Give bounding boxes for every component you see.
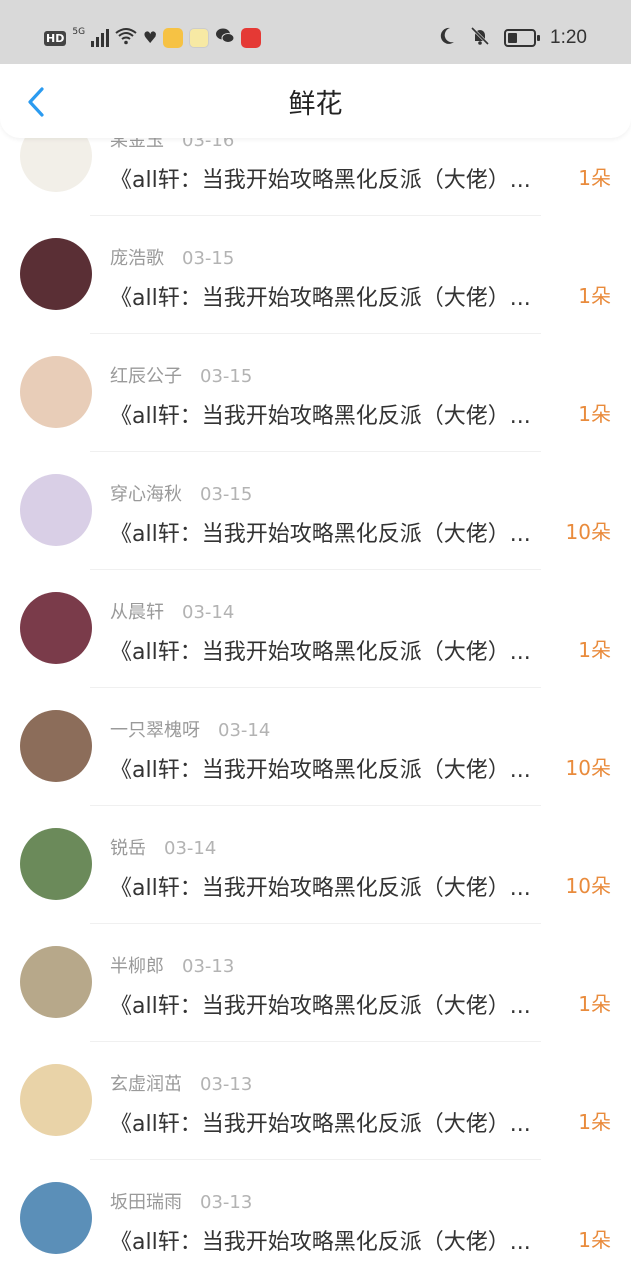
user-name[interactable]: 锐岳	[110, 838, 146, 859]
chat-bubble-icon	[189, 28, 210, 48]
flower-count: 1朵	[578, 166, 611, 190]
status-left: HD 5G ♥	[44, 26, 262, 50]
list-item[interactable]: 穿心海秋 03-15 《all轩：当我开始攻略黑化反派（大佬）... 10朵	[0, 452, 631, 570]
book-title[interactable]: 《all轩：当我开始攻略黑化反派（大佬）...	[110, 516, 560, 548]
hd-badge: HD	[44, 30, 67, 46]
list-item[interactable]: 半柳郎 03-13 《all轩：当我开始攻略黑化反派（大佬）... 1朵	[0, 924, 631, 1042]
avatar[interactable]	[20, 946, 92, 1018]
flower-count: 1朵	[578, 284, 611, 308]
flower-count: 10朵	[565, 520, 611, 544]
avatar[interactable]	[20, 828, 92, 900]
flower-count: 1朵	[578, 992, 611, 1016]
avatar[interactable]	[20, 592, 92, 664]
flower-count: 1朵	[578, 402, 611, 426]
date: 03-13	[182, 956, 235, 977]
status-bar: HD 5G ♥ 1:20	[0, 0, 631, 64]
signal-icon	[91, 29, 110, 47]
avatar[interactable]	[20, 474, 92, 546]
user-name[interactable]: 红辰公子	[110, 366, 182, 387]
network-label: 5G	[72, 27, 86, 37]
date: 03-15	[200, 484, 253, 505]
book-title[interactable]: 《all轩：当我开始攻略黑化反派（大佬）...	[110, 162, 560, 194]
moon-icon	[438, 26, 456, 50]
list-item[interactable]: 庞浩歌 03-15 《all轩：当我开始攻略黑化反派（大佬）... 1朵	[0, 216, 631, 334]
avatar[interactable]	[20, 356, 92, 428]
user-name[interactable]: 一只翠槐呀	[110, 720, 200, 741]
battery-icon	[504, 29, 541, 47]
book-title[interactable]: 《all轩：当我开始攻略黑化反派（大佬）...	[110, 280, 560, 312]
date: 03-15	[200, 366, 253, 387]
date: 03-15	[182, 248, 235, 269]
list-item[interactable]: 玄虚润茁 03-13 《all轩：当我开始攻略黑化反派（大佬）... 1朵	[0, 1042, 631, 1160]
list-item[interactable]: 从晨轩 03-14 《all轩：当我开始攻略黑化反派（大佬）... 1朵	[0, 570, 631, 688]
user-name[interactable]: 庞浩歌	[110, 248, 164, 269]
heart-icon: ♥	[143, 28, 158, 47]
list-item[interactable]: 锐岳 03-14 《all轩：当我开始攻略黑化反派（大佬）... 10朵	[0, 806, 631, 924]
flower-count: 10朵	[565, 874, 611, 898]
status-right: 1:20	[438, 24, 587, 52]
date: 03-13	[200, 1074, 253, 1095]
book-title[interactable]: 《all轩：当我开始攻略黑化反派（大佬）...	[110, 1106, 560, 1138]
book-title[interactable]: 《all轩：当我开始攻略黑化反派（大佬）...	[110, 988, 560, 1020]
user-name[interactable]: 穿心海秋	[110, 484, 182, 505]
date: 03-14	[218, 720, 271, 741]
avatar[interactable]	[20, 710, 92, 782]
flower-count: 10朵	[565, 756, 611, 780]
app-header: 鲜花	[0, 60, 631, 138]
book-title[interactable]: 《all轩：当我开始攻略黑化反派（大佬）...	[110, 634, 560, 666]
page-title: 鲜花	[288, 89, 343, 120]
date: 03-14	[164, 838, 217, 859]
flower-count: 1朵	[578, 1110, 611, 1134]
user-name[interactable]: 半柳郎	[110, 956, 164, 977]
book-title[interactable]: 《all轩：当我开始攻略黑化反派（大佬）...	[110, 1224, 560, 1256]
flower-count: 1朵	[578, 638, 611, 662]
avatar[interactable]	[20, 1182, 92, 1254]
flower-gift-list: 某金玉 03-16 《all轩：当我开始攻略黑化反派（大佬）... 1朵 庞浩歌 0…	[0, 98, 631, 1278]
user-name[interactable]: 玄虚润茁	[110, 1074, 182, 1095]
avatar[interactable]	[20, 1064, 92, 1136]
mute-bell-icon	[470, 26, 490, 50]
weibo-icon	[163, 28, 184, 48]
wifi-icon	[115, 27, 137, 50]
list-item[interactable]: 一只翠槐呀 03-14 《all轩：当我开始攻略黑化反派（大佬）... 10朵	[0, 688, 631, 806]
book-title[interactable]: 《all轩：当我开始攻略黑化反派（大佬）...	[110, 752, 560, 784]
user-name[interactable]: 从晨轩	[110, 602, 164, 623]
date: 03-14	[182, 602, 235, 623]
user-name[interactable]: 坂田瑞雨	[110, 1192, 182, 1213]
list-item[interactable]: 红辰公子 03-15 《all轩：当我开始攻略黑化反派（大佬）... 1朵	[0, 334, 631, 452]
clock: 1:20	[550, 27, 587, 48]
wechat-icon	[215, 27, 235, 50]
book-title[interactable]: 《all轩：当我开始攻略黑化反派（大佬）...	[110, 870, 560, 902]
flower-count: 1朵	[578, 1228, 611, 1252]
avatar[interactable]	[20, 238, 92, 310]
date: 03-13	[200, 1192, 253, 1213]
list-item[interactable]: 坂田瑞雨 03-13 《all轩：当我开始攻略黑化反派（大佬）... 1朵	[0, 1160, 631, 1278]
red-app-icon	[241, 28, 262, 48]
book-title[interactable]: 《all轩：当我开始攻略黑化反派（大佬）...	[110, 398, 560, 430]
